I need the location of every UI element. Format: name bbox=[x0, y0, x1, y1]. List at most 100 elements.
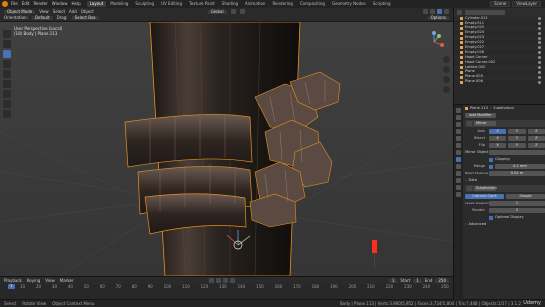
annotate-tool-icon[interactable] bbox=[3, 90, 11, 98]
visibility-icon[interactable] bbox=[538, 46, 541, 50]
orientation-dropdown[interactable]: Default bbox=[31, 16, 53, 20]
particles-tab-icon[interactable] bbox=[456, 164, 461, 169]
viewport-canvas[interactable] bbox=[0, 22, 453, 276]
clipping-checkbox[interactable] bbox=[489, 157, 493, 162]
scale-tool-icon[interactable] bbox=[3, 70, 11, 78]
tab-compositing[interactable]: Compositing bbox=[297, 1, 328, 7]
play-icon[interactable] bbox=[222, 278, 228, 283]
zoom-icon[interactable] bbox=[443, 56, 450, 63]
axis-y-toggle[interactable]: Y bbox=[508, 129, 526, 134]
material-tab-icon[interactable] bbox=[456, 192, 461, 197]
visibility-icon[interactable] bbox=[538, 41, 541, 45]
axis-z-toggle[interactable]: Z bbox=[527, 129, 545, 134]
add-modifier-button[interactable]: Add Modifier bbox=[465, 113, 496, 118]
flip-z-toggle[interactable]: Z bbox=[527, 143, 545, 148]
current-frame-field[interactable]: 1 bbox=[388, 278, 398, 283]
menu-edit[interactable]: Edit bbox=[22, 2, 30, 6]
overlays-icon[interactable] bbox=[423, 9, 428, 14]
visibility-icon[interactable] bbox=[538, 16, 541, 20]
outliner-search-icon[interactable] bbox=[465, 9, 505, 15]
visibility-icon[interactable] bbox=[538, 75, 541, 79]
menu-file[interactable]: File bbox=[11, 2, 18, 6]
subdivision-name-field[interactable]: Subdivision bbox=[474, 186, 497, 191]
tab-geometry-nodes[interactable]: Geometry Nodes bbox=[329, 1, 369, 7]
world-tab-icon[interactable] bbox=[456, 143, 461, 148]
menu-timeline-view[interactable]: View bbox=[45, 278, 55, 283]
pan-icon[interactable] bbox=[443, 66, 450, 73]
add-cube-tool-icon[interactable] bbox=[3, 110, 11, 118]
transform-tool-icon[interactable] bbox=[3, 80, 11, 88]
timeline-area[interactable]: 1 10 20 30 40 50 60 70 80 90 100 110 120… bbox=[0, 284, 453, 299]
properties-editor[interactable]: Plane.113 › Subdivision Add Modifier Mir… bbox=[453, 104, 545, 300]
band-upper[interactable] bbox=[124, 114, 253, 168]
menu-select[interactable]: Select bbox=[53, 9, 65, 14]
levels-viewport-field[interactable]: 1 bbox=[489, 201, 545, 206]
proportional-edit-icon[interactable] bbox=[239, 9, 245, 14]
jump-end-icon[interactable] bbox=[229, 278, 235, 283]
view-layer-field[interactable]: ViewLayer bbox=[512, 1, 541, 7]
navigation-gizmo-icon[interactable] bbox=[422, 30, 446, 54]
3d-viewport[interactable]: User Perspective (Local) (18) Body | Pla… bbox=[0, 22, 453, 276]
catmull-clark-toggle[interactable]: Catmull-Clark bbox=[465, 194, 504, 199]
mirror-object-field[interactable] bbox=[489, 150, 545, 155]
menu-help[interactable]: Help bbox=[71, 2, 80, 6]
tab-rendering[interactable]: Rendering bbox=[269, 1, 295, 7]
optimal-display-checkbox[interactable] bbox=[489, 215, 493, 220]
merge-distance-field[interactable]: 0.1 mm bbox=[495, 164, 545, 169]
visibility-icon[interactable] bbox=[538, 56, 541, 60]
tool-tab-icon[interactable] bbox=[456, 108, 461, 113]
visibility-icon[interactable] bbox=[538, 51, 541, 55]
drag-dropdown[interactable]: Select Box bbox=[71, 16, 99, 20]
visibility-icon[interactable] bbox=[538, 80, 541, 84]
tab-layout[interactable]: Layout bbox=[86, 1, 107, 7]
data-subpanel[interactable]: › Data bbox=[465, 177, 545, 184]
measure-tool-icon[interactable] bbox=[3, 100, 11, 108]
visibility-icon[interactable] bbox=[538, 36, 541, 40]
tab-texture-paint[interactable]: Texture Paint bbox=[186, 1, 218, 7]
tab-uv-editing[interactable]: UV Editing bbox=[158, 1, 185, 7]
outliner-item[interactable]: Plane.006 bbox=[454, 80, 545, 85]
tab-shading[interactable]: Shading bbox=[219, 1, 241, 7]
simple-toggle[interactable]: Simple bbox=[506, 194, 545, 199]
mirror-name-field[interactable]: Mirror bbox=[474, 121, 496, 126]
bisect-x-toggle[interactable]: X bbox=[489, 136, 507, 141]
bisect-distance-field[interactable]: 0.01 m bbox=[489, 171, 545, 176]
light-object[interactable] bbox=[372, 240, 377, 253]
move-tool-icon[interactable] bbox=[3, 50, 11, 58]
axis-x-toggle[interactable]: X bbox=[489, 129, 507, 134]
render-levels-field[interactable]: 2 bbox=[489, 208, 545, 213]
flip-y-toggle[interactable]: Y bbox=[508, 143, 526, 148]
visibility-icon[interactable] bbox=[538, 21, 541, 25]
options-dropdown[interactable]: Options bbox=[427, 16, 449, 20]
shading-solid-icon[interactable] bbox=[437, 9, 442, 14]
constraints-tab-icon[interactable] bbox=[456, 178, 461, 183]
tab-animation[interactable]: Animation bbox=[242, 1, 268, 7]
visibility-icon[interactable] bbox=[538, 65, 541, 69]
jump-start-icon[interactable] bbox=[208, 278, 214, 283]
mode-selector[interactable]: Object Mode bbox=[4, 9, 36, 14]
bisect-y-toggle[interactable]: Y bbox=[508, 136, 526, 141]
modifier-tab-icon[interactable] bbox=[456, 157, 461, 162]
transform-orientation[interactable]: Global bbox=[207, 9, 227, 14]
visibility-icon[interactable] bbox=[538, 26, 541, 30]
tab-scripting[interactable]: Scripting bbox=[370, 1, 394, 7]
scene-tab-icon[interactable] bbox=[456, 136, 461, 141]
menu-render[interactable]: Render bbox=[33, 2, 47, 6]
blender-logo-icon[interactable] bbox=[2, 1, 8, 7]
advanced-subpanel[interactable]: › Advanced bbox=[465, 221, 545, 228]
data-tab-icon[interactable] bbox=[456, 185, 461, 190]
physics-tab-icon[interactable] bbox=[456, 171, 461, 176]
view-layer-tab-icon[interactable] bbox=[456, 129, 461, 134]
cursor-tool-icon[interactable] bbox=[3, 40, 11, 48]
menu-object[interactable]: Object bbox=[81, 9, 94, 14]
visibility-icon[interactable] bbox=[538, 31, 541, 35]
render-tab-icon[interactable] bbox=[456, 115, 461, 120]
tab-sculpting[interactable]: Sculpting bbox=[132, 1, 157, 7]
tab-modeling[interactable]: Modeling bbox=[107, 1, 131, 7]
merge-checkbox[interactable] bbox=[489, 164, 493, 169]
scene-field[interactable]: Scene bbox=[490, 1, 511, 7]
menu-window[interactable]: Window bbox=[52, 2, 68, 6]
rotate-tool-icon[interactable] bbox=[3, 60, 11, 68]
select-tool-icon[interactable] bbox=[3, 30, 11, 38]
camera-view-icon[interactable] bbox=[443, 76, 450, 83]
